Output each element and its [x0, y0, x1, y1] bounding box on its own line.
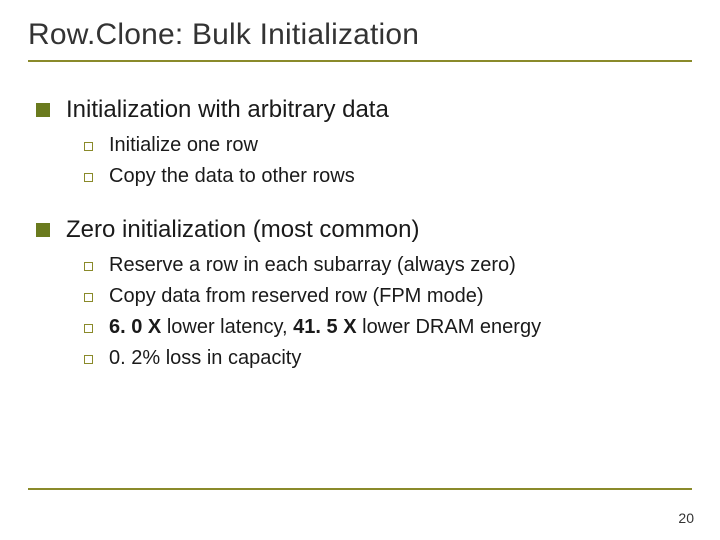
title-underline: [28, 60, 692, 62]
level2-text: Copy data from reserved row (FPM mode): [109, 285, 484, 308]
level2-text: 6. 0 X lower latency, 41. 5 X lower DRAM…: [109, 316, 541, 339]
plain-text: lower latency,: [161, 316, 293, 338]
slide-content: Initialization with arbitrary data Initi…: [28, 96, 692, 370]
bullet-level2: 0. 2% loss in capacity: [84, 347, 692, 370]
hollow-square-bullet-icon: [84, 324, 93, 333]
bullet-level2: Copy data from reserved row (FPM mode): [84, 285, 692, 308]
bullet-level2: Initialize one row: [84, 134, 692, 157]
hollow-square-bullet-icon: [84, 262, 93, 271]
bullet-level1: Zero initialization (most common): [36, 216, 692, 244]
bullet-level1: Initialization with arbitrary data: [36, 96, 692, 124]
level1-text: Initialization with arbitrary data: [66, 96, 389, 124]
hollow-square-bullet-icon: [84, 142, 93, 151]
level2-text: Initialize one row: [109, 134, 258, 157]
level2-text: 0. 2% loss in capacity: [109, 347, 301, 370]
bullet-level2: Copy the data to other rows: [84, 165, 692, 188]
footer-underline: [28, 488, 692, 490]
bold-text: 41. 5 X: [293, 316, 356, 338]
plain-text: lower DRAM energy: [357, 316, 542, 338]
sublist: Reserve a row in each subarray (always z…: [84, 254, 692, 370]
slide-title: Row.Clone: Bulk Initialization: [28, 18, 692, 52]
hollow-square-bullet-icon: [84, 293, 93, 302]
square-bullet-icon: [36, 223, 50, 237]
bullet-level2: 6. 0 X lower latency, 41. 5 X lower DRAM…: [84, 316, 692, 339]
hollow-square-bullet-icon: [84, 355, 93, 364]
bullet-level2: Reserve a row in each subarray (always z…: [84, 254, 692, 277]
slide: Row.Clone: Bulk Initialization Initializ…: [0, 0, 720, 540]
square-bullet-icon: [36, 103, 50, 117]
level2-text: Reserve a row in each subarray (always z…: [109, 254, 516, 277]
hollow-square-bullet-icon: [84, 173, 93, 182]
level1-text: Zero initialization (most common): [66, 216, 419, 244]
bold-text: 6. 0 X: [109, 316, 161, 338]
level2-text: Copy the data to other rows: [109, 165, 355, 188]
page-number: 20: [678, 510, 694, 526]
sublist: Initialize one row Copy the data to othe…: [84, 134, 692, 188]
